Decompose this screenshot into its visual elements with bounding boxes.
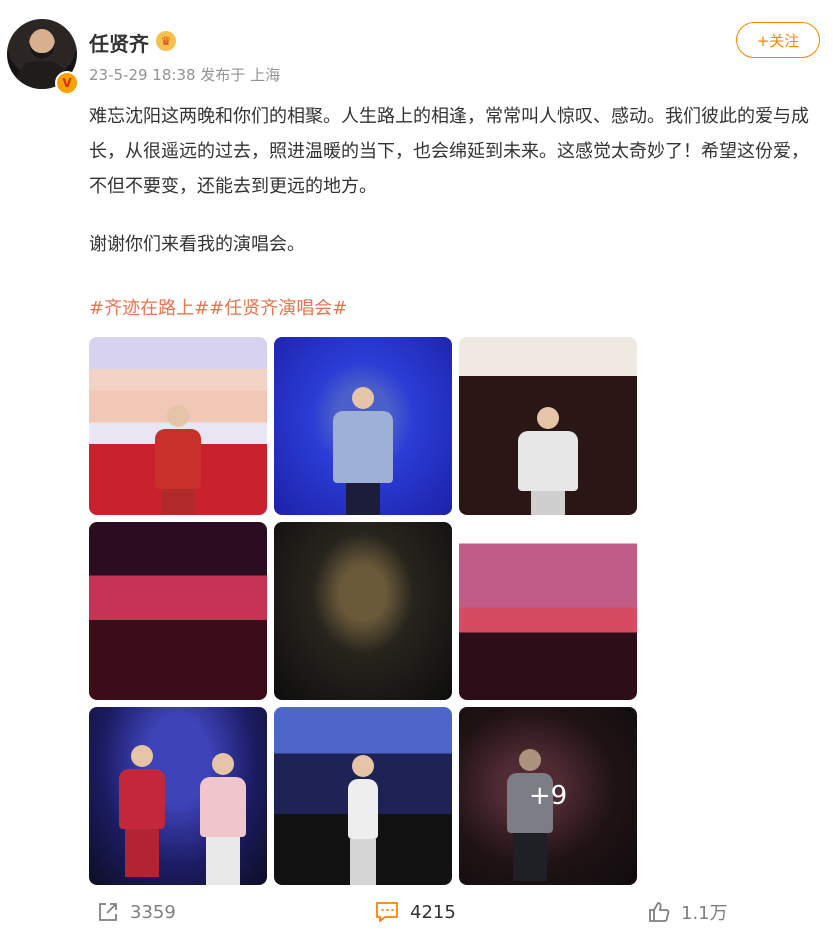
photo-grid: +9 [89,337,637,885]
repost-count: 3359 [130,901,176,923]
photo-thumbnail[interactable] [459,337,637,515]
follow-button[interactable]: +关注 [736,22,820,58]
like-button[interactable]: 1.1万 [647,899,728,925]
photo-thumbnail[interactable] [459,522,637,700]
like-count: 1.1万 [681,903,728,924]
photo-thumbnail[interactable] [89,337,267,515]
hashtag-link[interactable]: #齐迹在路上# [89,298,209,319]
post-body: 难忘沈阳这两晚和你们的相聚。人生路上的相逢，常常叫人惊叹、感动。我们彼此的爱与成… [89,99,824,204]
repost-icon [96,900,120,924]
post-paragraph-1: 难忘沈阳这两晚和你们的相聚。人生路上的相逢，常常叫人惊叹、感动。我们彼此的爱与成… [89,106,809,197]
comment-count: 4215 [410,901,456,923]
photo-thumbnail[interactable] [274,522,452,700]
photo-thumbnail[interactable]: +9 [459,707,637,885]
repost-button[interactable]: 3359 [96,899,176,925]
post-paragraph-2: 谢谢你们来看我的演唱会。 [89,234,305,255]
thumbs-up-icon [647,900,671,924]
photo-thumbnail[interactable] [274,707,452,885]
hashtag-link[interactable]: #任贤齐演唱会# [209,298,347,319]
hashtags: #齐迹在路上##任贤齐演唱会# [89,291,347,326]
photo-thumbnail[interactable] [274,337,452,515]
username[interactable]: 任贤齐 [89,28,149,57]
more-photos-overlay[interactable]: +9 [459,707,637,885]
crown-icon: ♛ [156,31,176,51]
verified-badge-icon: V [55,71,79,95]
comment-button[interactable]: 4215 [374,899,456,925]
comment-icon [374,900,400,924]
photo-thumbnail[interactable] [89,522,267,700]
post-meta: 23-5-29 18:38 发布于 上海 [89,66,281,84]
photo-thumbnail[interactable] [89,707,267,885]
